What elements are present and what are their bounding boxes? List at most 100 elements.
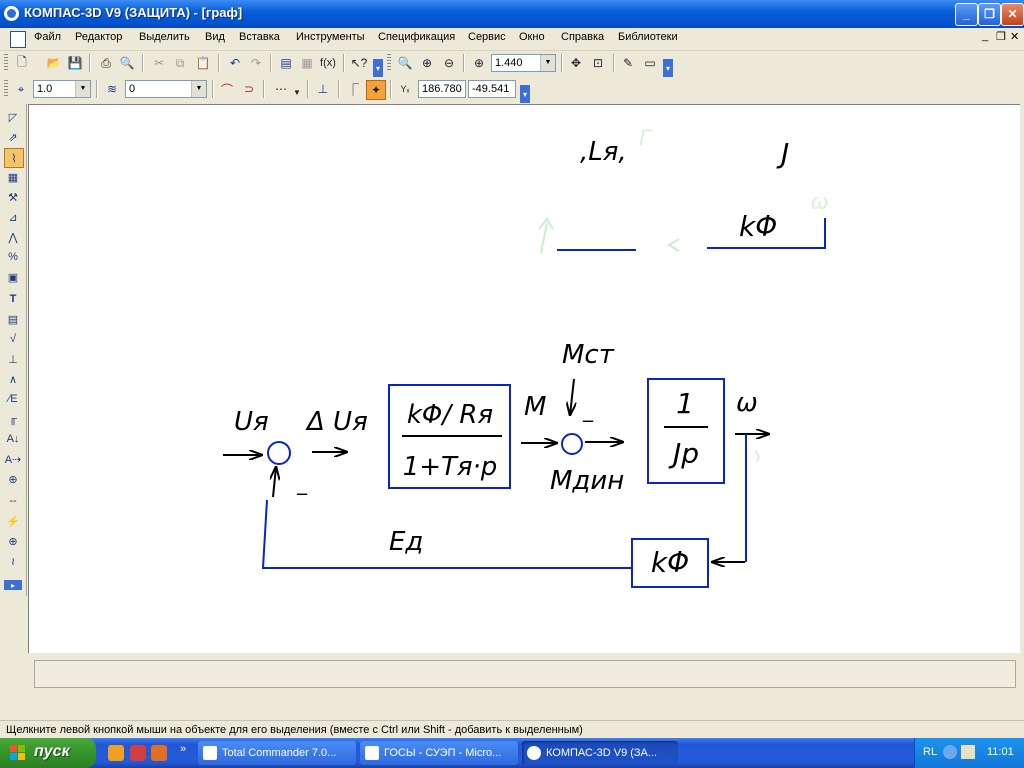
view-arrow-icon[interactable]: A↓: [4, 430, 22, 448]
pan-icon[interactable]: ✥: [567, 54, 585, 72]
menu-editor[interactable]: Редактор: [75, 31, 122, 43]
break-line-icon[interactable]: ⚡: [4, 512, 22, 530]
restore-button[interactable]: ❐: [978, 3, 1001, 26]
graph-icon[interactable]: ⌇: [4, 148, 24, 168]
drawing-canvas[interactable]: ,Lя, J kΦ Γ ω Uя _ Δ Uя kΦ/ Rя 1+Tя·p M …: [28, 104, 1021, 653]
table-icon[interactable]: ▤: [4, 310, 22, 328]
chevron-down-icon[interactable]: ▼: [292, 83, 302, 101]
doc-close-button[interactable]: ✕: [1010, 30, 1019, 43]
menu-help[interactable]: Справка: [561, 31, 604, 43]
task-total-commander[interactable]: Total Commander 7.0...: [198, 741, 356, 765]
toolbar-more-icon[interactable]: ▾: [520, 85, 530, 103]
section-icon[interactable]: A⇢: [4, 450, 22, 468]
undo-icon[interactable]: ↶: [226, 54, 244, 72]
quicklaunch-more-icon[interactable]: »: [180, 743, 186, 755]
properties-icon[interactable]: ⌒: [218, 80, 236, 98]
center-mark-icon[interactable]: ⊕: [4, 532, 22, 550]
select-icon[interactable]: ⋀: [4, 228, 22, 246]
tray-back-icon[interactable]: [943, 745, 957, 759]
menu-select[interactable]: Выделить: [139, 31, 190, 43]
roughness-icon[interactable]: √: [4, 330, 22, 348]
geometry-icon[interactable]: ◸: [4, 108, 22, 126]
tolerance-icon[interactable]: ╓: [4, 410, 22, 428]
tray-app-icon[interactable]: [961, 745, 975, 759]
task-word-document[interactable]: ГОСЫ - СУЭП - Micro...: [360, 741, 518, 765]
function-icon[interactable]: f(x): [319, 54, 337, 72]
close-button[interactable]: ✕: [1001, 3, 1024, 26]
edit-icon[interactable]: ⚒: [4, 188, 22, 206]
text-icon[interactable]: T: [4, 290, 22, 308]
step-combo[interactable]: 1.0 ▼: [33, 80, 91, 98]
task-kompas[interactable]: КОМПАС-3D V9 (ЗА...: [522, 741, 678, 765]
reports-icon[interactable]: ▣: [4, 268, 22, 286]
zoom-combo[interactable]: 1.440 ▼: [491, 54, 556, 72]
variables-icon[interactable]: ▦: [298, 54, 316, 72]
local-snap-icon[interactable]: ⊃: [240, 80, 258, 98]
title-bar[interactable]: КОМПАС-3D V9 (ЗАЩИТА) - [граф] _ ❐ ✕: [0, 0, 1024, 28]
menu-service[interactable]: Сервис: [468, 31, 506, 43]
coord-y-field[interactable]: -49.541: [468, 80, 516, 98]
menu-libraries[interactable]: Библиотеки: [618, 31, 678, 43]
doc-minimize-button[interactable]: _: [982, 30, 988, 42]
redo-icon[interactable]: ↷: [247, 54, 265, 72]
manager-icon[interactable]: ▤: [277, 54, 295, 72]
context-help-icon[interactable]: ↖?: [350, 54, 368, 72]
new-document-icon[interactable]: 🗋: [13, 54, 31, 72]
menu-specification[interactable]: Спецификация: [378, 31, 455, 43]
layers-icon[interactable]: ≋: [103, 80, 121, 98]
parametrization-icon[interactable]: ▦: [4, 168, 22, 186]
cut-icon[interactable]: ✂: [150, 54, 168, 72]
layer-combo[interactable]: 0 ▼: [125, 80, 207, 98]
zoom-window-icon[interactable]: 🔍: [396, 54, 414, 72]
toolbar-more-icon[interactable]: ▾: [663, 59, 673, 77]
chevron-down-icon[interactable]: ▼: [191, 81, 206, 97]
measure-icon[interactable]: ⊿: [4, 208, 22, 226]
position-icon[interactable]: ∕E: [4, 390, 22, 408]
coord-x-field[interactable]: 186.780: [418, 80, 466, 98]
menu-insert[interactable]: Вставка: [239, 31, 280, 43]
paste-icon[interactable]: 📋: [194, 54, 212, 72]
zoom-in-icon[interactable]: ⊕: [418, 54, 436, 72]
toolbar-more-icon[interactable]: ▾: [373, 59, 383, 77]
local-cs-icon[interactable]: ⊥: [314, 80, 332, 98]
copy-icon[interactable]: ⧉: [171, 54, 189, 72]
print-preview-icon[interactable]: 🔍: [118, 54, 136, 72]
base-icon[interactable]: ⊥: [4, 350, 22, 368]
properties-area[interactable]: [34, 660, 1016, 688]
kompas-app-icon[interactable]: [4, 6, 19, 21]
doc-restore-button[interactable]: ❐: [996, 30, 1006, 43]
quicklaunch-icon[interactable]: [130, 745, 146, 761]
print-icon[interactable]: ⎙: [97, 54, 115, 72]
save-icon[interactable]: 💾: [66, 54, 84, 72]
language-indicator[interactable]: RL: [923, 746, 937, 758]
zoom-out-icon[interactable]: ⊖: [440, 54, 458, 72]
show-all-icon[interactable]: ⊡: [589, 54, 607, 72]
ortho-icon[interactable]: ⎾: [344, 80, 362, 98]
wave-line-icon[interactable]: ≀: [4, 552, 22, 570]
toolbar-grip[interactable]: [4, 54, 8, 72]
refresh-icon[interactable]: ✎: [619, 54, 637, 72]
start-button[interactable]: пуск: [0, 738, 96, 768]
dimensions-icon[interactable]: ⇗: [4, 128, 22, 146]
menu-tools[interactable]: Инструменты: [296, 31, 365, 43]
menu-view[interactable]: Вид: [205, 31, 225, 43]
menu-file[interactable]: Файл: [34, 31, 61, 43]
leader-icon[interactable]: ∧: [4, 370, 22, 388]
quicklaunch-icon[interactable]: [151, 745, 167, 761]
document-icon[interactable]: [10, 31, 26, 48]
chevron-down-icon[interactable]: ▼: [75, 81, 90, 97]
axis-icon[interactable]: ‐‐: [4, 492, 22, 510]
quicklaunch-icon[interactable]: [108, 745, 124, 761]
chevron-down-icon[interactable]: ▼: [540, 55, 555, 71]
display-icon[interactable]: ▭: [641, 54, 659, 72]
toolbar-more-icon[interactable]: ▸: [4, 580, 22, 590]
mark-icon[interactable]: ⊕: [4, 470, 22, 488]
grid-icon[interactable]: ⋯: [272, 80, 290, 98]
menu-window[interactable]: Окно: [519, 31, 545, 43]
minimize-button[interactable]: _: [955, 3, 978, 26]
spec-icon[interactable]: %: [4, 248, 22, 266]
cursor-step-icon[interactable]: ⌖: [12, 80, 30, 98]
zoom-scale-icon[interactable]: ⊕: [470, 54, 488, 72]
open-folder-icon[interactable]: 📂: [45, 54, 63, 72]
snap-icon[interactable]: ✦: [366, 80, 386, 100]
